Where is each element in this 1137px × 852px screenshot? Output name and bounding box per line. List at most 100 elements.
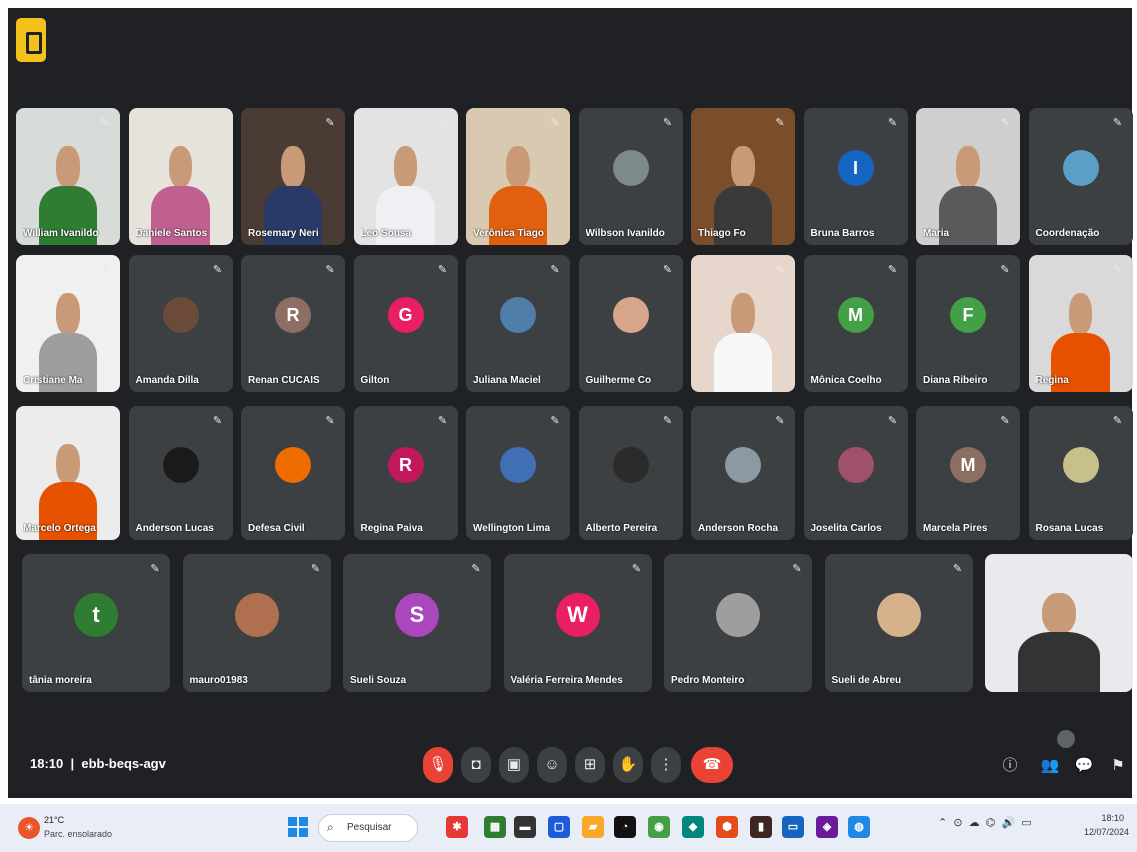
activities-icon[interactable]: ⚑ xyxy=(1106,752,1130,780)
participant-name: Regina Paiva xyxy=(360,523,423,534)
participant-tile[interactable]: ✎ Regina xyxy=(1028,255,1133,392)
mic-muted-icon: ✎ xyxy=(310,563,321,575)
mic-muted-icon: ✎ xyxy=(887,264,898,276)
participant-tile[interactable]: S ✎ Sueli Souza xyxy=(343,554,491,692)
raise-hand-button[interactable]: ✋ xyxy=(613,747,643,783)
app-icon-dark[interactable]: ▮ xyxy=(750,816,772,838)
present-screen-button[interactable]: ⊞ xyxy=(575,747,605,783)
windows-taskbar: ☀ 21°C Parc. ensolarado ⌕ Pesquisar ✱ ▦ … xyxy=(0,804,1137,852)
search-placeholder: Pesquisar xyxy=(347,822,392,833)
chrome-icon[interactable]: ◉ xyxy=(648,816,670,838)
participant-tile[interactable]: ✎ Leo Sousa xyxy=(353,108,458,245)
system-tray[interactable]: ⌃ ⊙ ☁ ⌬ 🔊 ▭ xyxy=(938,816,1058,838)
mic-muted-icon: ✎ xyxy=(550,415,560,427)
taskbar-search[interactable]: ⌕ Pesquisar xyxy=(318,814,418,842)
people-icon[interactable]: 👥 xyxy=(1038,752,1062,780)
participant-name: Wilbson Ivanildo xyxy=(585,228,665,239)
participant-tile[interactable]: ✎ Alberto Pereira xyxy=(578,406,683,540)
participant-tile[interactable]: I ✎ Bruna Barros xyxy=(803,108,908,245)
app-icon-purple[interactable]: ◈ xyxy=(816,816,838,838)
participant-name: mauro01983 xyxy=(189,675,248,686)
app-icon-blue[interactable]: ▭ xyxy=(782,816,804,838)
app-icon-taskview[interactable]: ▬ xyxy=(514,816,536,838)
participant-tile[interactable]: ✎ Pedro Monteiro xyxy=(664,554,812,692)
participant-avatar-photo xyxy=(500,446,536,483)
participant-tile[interactable]: ✎ xyxy=(985,554,1133,692)
participant-tile[interactable]: ✎ Amanda Dilla xyxy=(128,255,233,392)
participant-avatar: M xyxy=(950,446,986,483)
mic-muted-icon: ✎ xyxy=(1113,563,1123,575)
mic-muted-icon: ✎ xyxy=(631,563,642,575)
emoji-reaction-button[interactable]: ☺ xyxy=(537,747,567,783)
participant-tile[interactable]: R ✎ Regina Paiva xyxy=(353,406,458,540)
weather-widget[interactable]: ☀ 21°C Parc. ensolarado xyxy=(18,813,128,845)
meet-window: ✎ William Ivanildo ✎ Daniele Santos ✎ Rosem… xyxy=(8,8,1133,798)
participant-tile[interactable]: ✎ Sueli de Abreu xyxy=(824,554,973,692)
participant-name: Sueli Souza xyxy=(350,675,407,686)
participant-tile[interactable]: ✎ Juliana Maciel xyxy=(466,255,570,392)
app-icon-virus[interactable]: ✱ xyxy=(446,816,468,838)
participant-tile[interactable]: ✎ Wilbson Ivanildo xyxy=(578,108,683,245)
participant-tile[interactable]: ✎ William Ivanildo xyxy=(16,108,120,245)
participant-name: Diana Ribeiro xyxy=(923,375,988,386)
participant-tile[interactable]: ✎ Joselita Carlos xyxy=(803,406,908,540)
participant-tile[interactable]: G ✎ Gilton xyxy=(353,255,458,392)
folder-icon[interactable]: ▰ xyxy=(582,816,604,838)
mic-muted-icon: ✎ xyxy=(1112,415,1123,427)
app-icon-window[interactable]: ▢ xyxy=(548,816,570,838)
mic-muted-icon: ✎ xyxy=(1000,415,1010,427)
app-icon-edge[interactable]: ◍ xyxy=(848,816,870,838)
participant-avatar-photo xyxy=(1062,446,1099,483)
participant-tile[interactable]: ✎ Anderson Lucas xyxy=(128,406,233,540)
camera-toggle-button[interactable]: ◘ xyxy=(461,747,491,783)
participant-tile[interactable]: ✎ xyxy=(691,255,795,392)
participant-name: Guilherme Co xyxy=(585,375,652,386)
app-icon-black[interactable]: ◔ xyxy=(614,816,636,838)
windows-start-icon[interactable] xyxy=(288,817,308,837)
participant-tile[interactable]: ✎ mauro01983 xyxy=(182,554,331,692)
participant-tile[interactable]: R ✎ Renan CUCAIS xyxy=(241,255,345,392)
participant-tile[interactable]: ✎ Anderson Rocha xyxy=(691,406,795,540)
participant-name: Bruna Barros xyxy=(810,228,875,239)
participant-avatar-photo xyxy=(275,446,311,483)
participant-tile[interactable]: ✎ Marcelo Ortega xyxy=(16,406,120,540)
leave-call-button[interactable]: ☎ xyxy=(691,747,733,783)
taskbar-clock[interactable]: 18:10 12/07/2024 xyxy=(1084,811,1129,839)
participant-tile[interactable]: ✎ Verônica Tiago xyxy=(466,108,570,245)
participant-video xyxy=(713,293,773,392)
mic-muted-icon: ✎ xyxy=(952,563,963,575)
more-options-button[interactable]: ⋮ xyxy=(651,747,681,783)
mic-toggle-button[interactable]: 🎙 xyxy=(423,747,453,783)
app-icon-green[interactable]: ◆ xyxy=(682,816,704,838)
mic-muted-icon: ✎ xyxy=(550,117,560,129)
mic-muted-icon: ✎ xyxy=(100,117,110,129)
mic-muted-icon: ✎ xyxy=(437,415,448,427)
participant-tile[interactable]: ✎ Coordenação xyxy=(1028,108,1133,245)
participant-tile[interactable]: ✎ Cristiane Ma xyxy=(16,255,120,392)
captions-button[interactable]: ▣ xyxy=(499,747,529,783)
participant-tile[interactable]: ✎ Thiago Fo xyxy=(691,108,795,245)
participant-tile[interactable]: M ✎ Mônica Coelho xyxy=(803,255,908,392)
participant-name: Amanda Dilla xyxy=(135,375,199,386)
participant-tile[interactable]: ✎ Daniele Santos xyxy=(128,108,233,245)
participant-tile[interactable]: ✎ Guilherme Co xyxy=(578,255,683,392)
mic-muted-icon: ✎ xyxy=(887,117,898,129)
participant-name: Coordenação xyxy=(1035,228,1100,239)
app-icon-office[interactable]: ⬢ xyxy=(716,816,738,838)
participant-tile[interactable]: W ✎ Valéria Ferreira Mendes xyxy=(503,554,652,692)
mic-muted-icon: ✎ xyxy=(100,264,110,276)
participant-tile[interactable]: ✎ Maria xyxy=(916,108,1020,245)
participant-tile[interactable]: ✎ Rosana Lucas xyxy=(1028,406,1133,540)
participant-tile[interactable]: F ✎ Diana Ribeiro xyxy=(916,255,1020,392)
mic-muted-icon: ✎ xyxy=(887,415,898,427)
participant-avatar-photo xyxy=(162,297,199,334)
participant-tile[interactable]: t ✎ tânia moreira xyxy=(22,554,170,692)
participant-name: William Ivanildo xyxy=(23,228,99,239)
info-icon[interactable]: ⓘ xyxy=(998,752,1022,780)
app-icon-files[interactable]: ▦ xyxy=(484,816,506,838)
participant-tile[interactable]: ✎ Wellington Lima xyxy=(466,406,570,540)
participant-tile[interactable]: ✎ Rosemary Neri xyxy=(241,108,345,245)
chat-icon[interactable]: 💬 xyxy=(1072,752,1096,780)
participant-tile[interactable]: ✎ Defesa Civil xyxy=(241,406,345,540)
participant-tile[interactable]: M ✎ Marcela Pires xyxy=(916,406,1020,540)
